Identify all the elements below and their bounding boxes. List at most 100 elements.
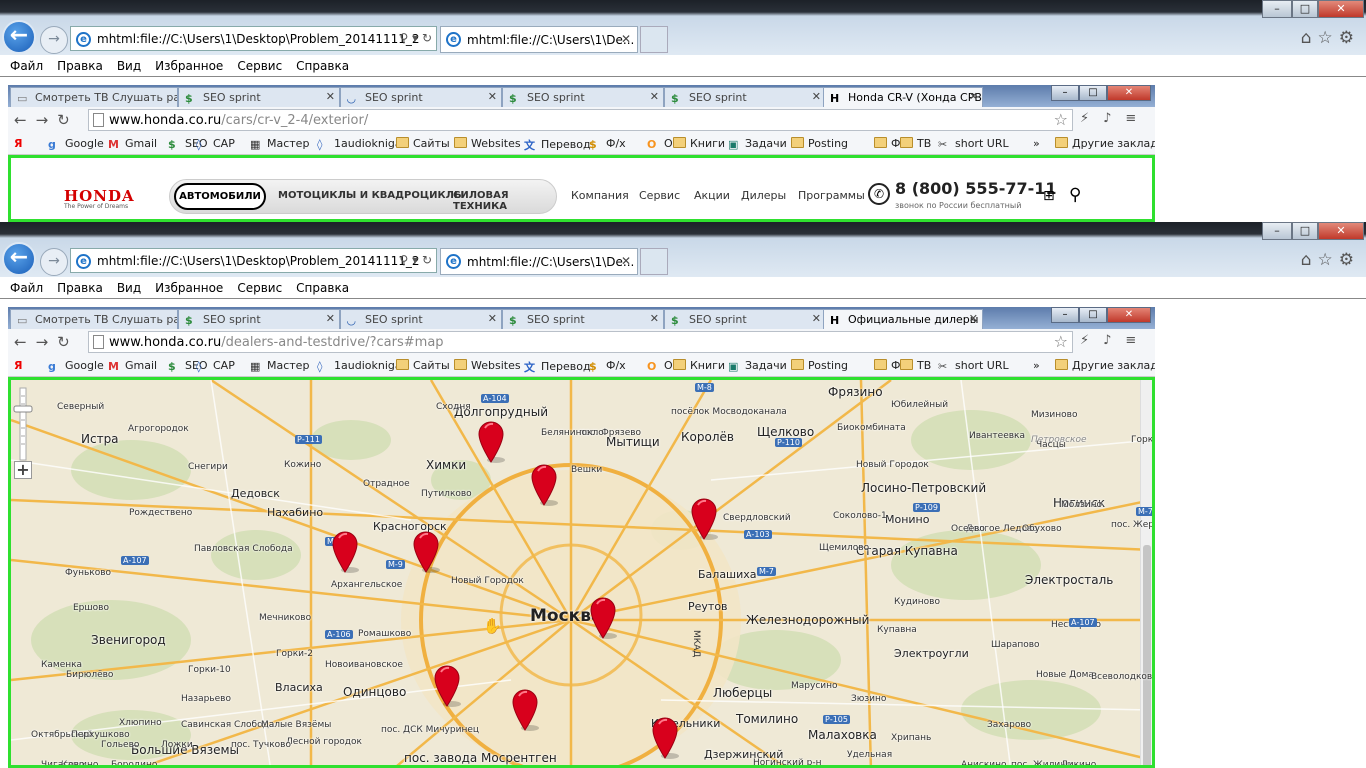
nav-company[interactable]: Компания — [571, 189, 629, 202]
close-tab-icon[interactable]: ✕ — [812, 312, 821, 325]
omnibox[interactable]: www.honda.co.ru/dealers-and-testdrive/?c… — [88, 331, 1073, 353]
bookmark-item[interactable]: g Google — [48, 359, 104, 373]
dealers-map[interactable]: + Фрязино Долгопрудный Мытищи Королёв Щелков… — [11, 380, 1152, 765]
bookmark-star-icon[interactable]: ☆ — [1054, 110, 1068, 129]
close-button[interactable]: ✕ — [1107, 307, 1151, 323]
forward-button[interactable]: → — [40, 26, 68, 54]
category-power-button[interactable]: СИЛОВАЯ ТЕХНИКА — [453, 190, 556, 212]
bookmark-item[interactable]: Posting — [791, 137, 848, 150]
menu-file[interactable]: Файл — [0, 55, 43, 73]
chrome-tab[interactable]: $ SEO sprint ✕ — [664, 309, 826, 329]
chrome-tab[interactable]: $ SEO sprint ✕ — [502, 309, 664, 329]
bookmark-item[interactable]: ✂ short URL — [938, 359, 1009, 373]
bookmark-item[interactable]: M Gmail — [108, 137, 157, 151]
chrome-tab[interactable]: $ SEO sprint ✕ — [178, 87, 340, 107]
dealer-marker-icon[interactable] — [412, 530, 442, 574]
menu-help[interactable]: Справка — [286, 55, 349, 73]
bookmark-item[interactable]: Книги — [673, 137, 725, 150]
bookmark-item[interactable]: M Gmail — [108, 359, 157, 373]
nav-promotions[interactable]: Акции — [694, 189, 730, 202]
sitemap-icon[interactable]: ⊞ — [1043, 188, 1055, 204]
bookmark-item[interactable]: ▣ Задачи — [728, 359, 787, 373]
forward-button[interactable]: → — [40, 248, 68, 276]
minimize-button[interactable]: – — [1051, 85, 1079, 101]
close-tab-icon[interactable]: ✕ — [650, 312, 659, 325]
bookmark-item[interactable]: ▦ Мастер — [250, 359, 309, 373]
chrome-tab[interactable]: $ SEO sprint ✕ — [664, 87, 826, 107]
search-icon[interactable]: ⚲ — [1069, 185, 1081, 205]
close-tab-icon[interactable]: ✕ — [621, 32, 631, 46]
honda-logo[interactable]: HONDA The Power of Dreams — [64, 187, 135, 210]
bookmark-item[interactable]: Я — [14, 137, 22, 150]
bookmark-item[interactable]: ◊ 1audiokniga — [317, 359, 402, 373]
maximize-button[interactable]: □ — [1292, 222, 1318, 240]
ie-home-fav-settings-icons[interactable]: ⌂☆⚙ — [1301, 28, 1360, 48]
ie-new-tab-button[interactable] — [640, 26, 668, 53]
minimize-button[interactable]: – — [1051, 307, 1079, 323]
close-button[interactable]: ✕ — [1107, 85, 1151, 101]
back-button[interactable]: ← — [2, 20, 36, 54]
nav-service[interactable]: Сервис — [639, 189, 680, 202]
bookmark-item[interactable]: 文 Перевод — [524, 137, 591, 152]
other-bookmarks[interactable]: Другие закладки — [1055, 137, 1155, 150]
bookmark-item[interactable]: ✂ short URL — [938, 137, 1009, 151]
nav-buttons-icons[interactable]: ←→↻ — [14, 333, 79, 351]
close-tab-icon[interactable]: ✕ — [969, 312, 978, 325]
dealer-marker-icon[interactable] — [589, 596, 619, 640]
menu-edit[interactable]: Правка — [47, 55, 103, 73]
minimize-button[interactable]: – — [1262, 0, 1292, 18]
maximize-button[interactable]: □ — [1292, 0, 1318, 18]
ie-new-tab-button[interactable] — [640, 248, 668, 275]
dealer-marker-icon[interactable] — [477, 420, 507, 464]
close-tab-icon[interactable]: ✕ — [488, 312, 497, 325]
phone-number[interactable]: 8 (800) 555-77-11 — [895, 179, 1057, 198]
bookmark-item[interactable]: Websites — [454, 137, 521, 150]
bookmark-item[interactable]: Posting — [791, 359, 848, 372]
nav-programs[interactable]: Программы — [798, 189, 865, 202]
dealer-marker-icon[interactable] — [433, 664, 463, 708]
bookmark-item[interactable]: Я — [14, 359, 22, 372]
ie-tab[interactable]: e mhtml:file://C:\Users\1\De... ✕ — [440, 26, 638, 53]
bookmark-item[interactable]: Книги — [673, 359, 725, 372]
bookmark-item[interactable]: g Google — [48, 137, 104, 151]
nav-dealers[interactable]: Дилеры — [741, 189, 786, 202]
category-moto-button[interactable]: МОТОЦИКЛЫ И КВАДРОЦИКЛЫ — [278, 190, 464, 201]
bookmark-item[interactable]: ТВ — [900, 137, 931, 150]
close-tab-icon[interactable]: ✕ — [488, 90, 497, 103]
address-tools-icons[interactable]: ⚲ ▾ ↻ — [400, 253, 433, 267]
bookmark-item[interactable]: $ Ф/х — [589, 137, 626, 151]
chrome-tab-active[interactable]: H Официальные дилеры Н ✕ — [823, 309, 983, 329]
close-tab-icon[interactable]: ✕ — [326, 90, 335, 103]
close-tab-icon[interactable]: ✕ — [650, 90, 659, 103]
ie-address-bar[interactable]: e mhtml:file://C:\Users\1\Desktop\Proble… — [70, 248, 437, 273]
zoom-in-button[interactable]: + — [14, 461, 32, 479]
ie-home-fav-settings-icons[interactable]: ⌂☆⚙ — [1301, 250, 1360, 270]
chrome-tab-active[interactable]: H Honda CR-V (Хонда СРВ) ✕ — [823, 87, 983, 107]
extension-icons[interactable]: ⚡♪≡ — [1080, 333, 1150, 348]
chrome-tab[interactable]: ▭ Смотреть ТВ Слушать ра — [10, 87, 178, 107]
dealer-marker-icon[interactable] — [530, 463, 560, 507]
category-cars-button[interactable]: АВТОМОБИЛИ — [174, 183, 266, 210]
bookmark-item[interactable]: $ Ф/х — [589, 359, 626, 373]
dealer-marker-icon[interactable] — [331, 530, 361, 574]
close-tab-icon[interactable]: ✕ — [969, 90, 978, 103]
menu-file[interactable]: Файл — [0, 277, 43, 295]
dealer-marker-icon[interactable] — [651, 716, 681, 760]
bookmarks-more-icon[interactable]: » — [1033, 359, 1040, 372]
bookmark-item[interactable]: ◊ CAP — [196, 137, 235, 151]
bookmarks-more-icon[interactable]: » — [1033, 137, 1040, 150]
other-bookmarks[interactable]: Другие закладки — [1055, 359, 1155, 372]
menu-tools[interactable]: Сервис — [227, 277, 282, 295]
minimize-button[interactable]: – — [1262, 222, 1292, 240]
close-tab-icon[interactable]: ✕ — [326, 312, 335, 325]
bookmark-item[interactable]: 文 Перевод — [524, 359, 591, 374]
menu-view[interactable]: Вид — [107, 277, 141, 295]
ie-tab[interactable]: e mhtml:file://C:\Users\1\De... ✕ — [440, 248, 638, 275]
chrome-tab[interactable]: ◡ SEO sprint ✕ — [340, 87, 502, 107]
chrome-tab[interactable]: $ SEO sprint ✕ — [178, 309, 340, 329]
bookmark-item[interactable]: Websites — [454, 359, 521, 372]
chrome-tab[interactable]: ◡ SEO sprint ✕ — [340, 309, 502, 329]
bookmark-item[interactable]: ▣ Задачи — [728, 137, 787, 151]
bookmark-item[interactable]: Сайты — [396, 359, 450, 372]
extension-icons[interactable]: ⚡♪≡ — [1080, 111, 1150, 126]
